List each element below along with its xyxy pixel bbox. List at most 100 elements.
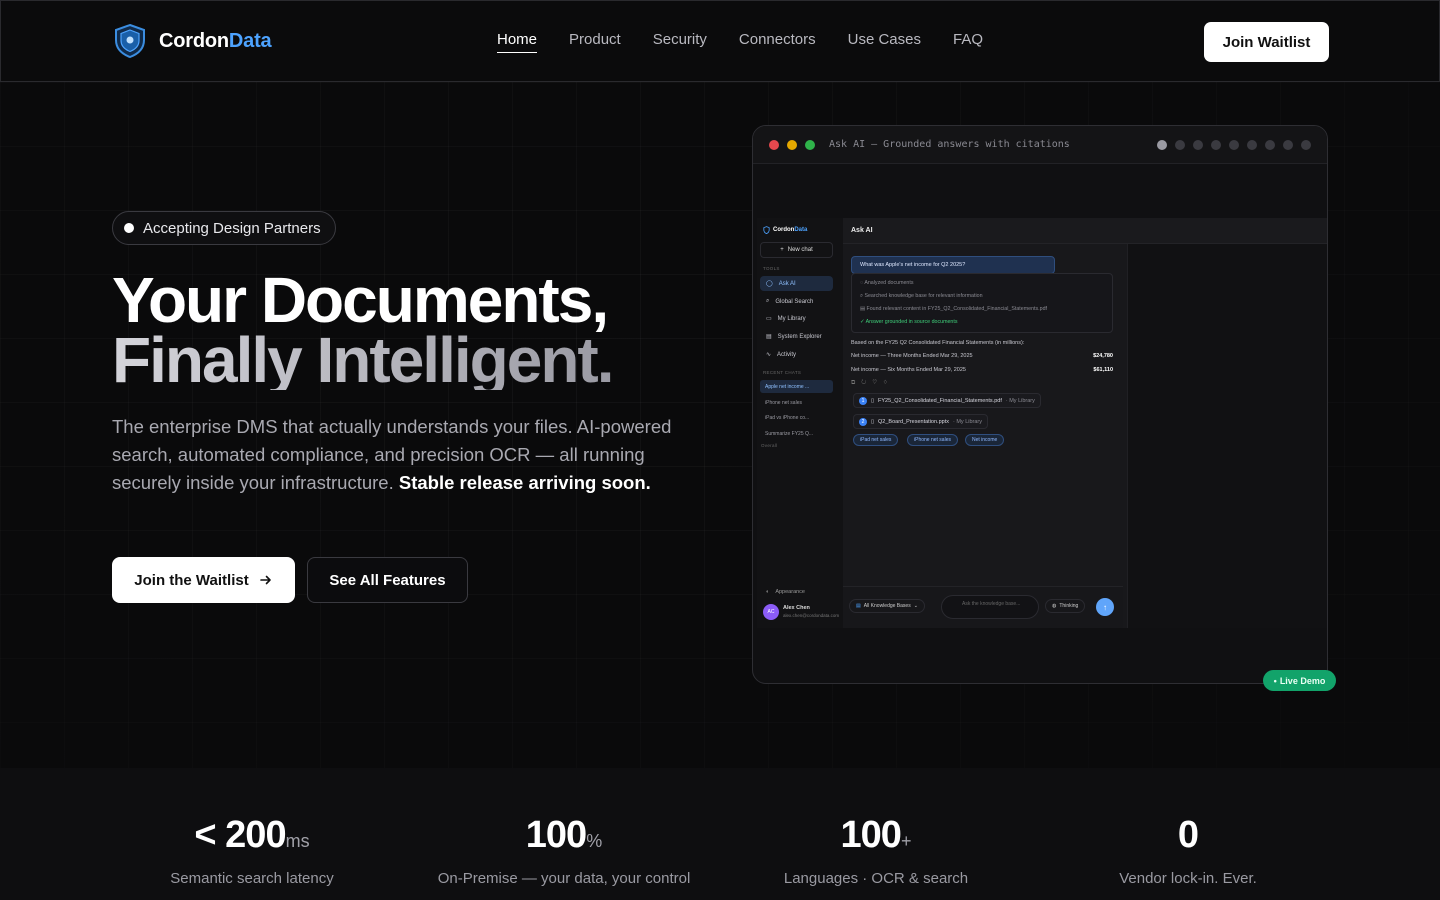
user-question: What was Apple's net income for Q2 2025? <box>851 256 1055 274</box>
reasoning-step: ◌ Analyzed documents <box>860 280 914 286</box>
tools-section-label: TOOLS <box>763 266 780 271</box>
citation-source: · My Library <box>1005 397 1035 404</box>
send-button[interactable]: ↑ <box>1096 598 1114 616</box>
join-waitlist-button[interactable]: Join the Waitlist <box>112 557 295 603</box>
citation-file: FY25_Q2_Consolidated_Financial_Statement… <box>878 397 1002 404</box>
demo-title: Ask AI — Grounded answers with citations <box>829 139 1070 150</box>
knowledge-base-select[interactable]: ▤ All Knowledge Bases ⌄ <box>849 599 925 613</box>
main-nav: Home Product Security Connectors Use Cas… <box>497 31 983 53</box>
minimize-dot-icon <box>787 139 797 150</box>
stat-label: Vendor lock-in. Ever. <box>1119 870 1257 887</box>
close-dot-icon <box>769 139 779 150</box>
nav-faq[interactable]: FAQ <box>953 31 983 53</box>
suggestion-chip[interactable]: Net income <box>965 434 1005 446</box>
hero-title-line2: Finally Intelligent. <box>112 324 614 396</box>
demo-brand: Cordon Data <box>763 226 807 234</box>
stat-languages: 100+ Languages · OCR & search <box>720 812 1032 887</box>
chat-input[interactable]: Ask the knowledge base... <box>941 595 1039 619</box>
sidebar-item-system-explorer[interactable]: ▤ System Explorer <box>760 329 833 344</box>
slide-dot[interactable] <box>1175 140 1185 150</box>
sidebar-item-label: Activity <box>777 351 797 358</box>
slide-dot[interactable] <box>1283 140 1293 150</box>
reasoning-steps: ◌ Analyzed documents ⌕ Searched knowledg… <box>851 273 1113 333</box>
stats-section: < 200ms Semantic search latency 100% On-… <box>0 768 1440 900</box>
slide-dot[interactable] <box>1229 140 1239 150</box>
arrow-up-icon: ↑ <box>1103 602 1107 612</box>
suggestion-chip[interactable]: iPhone net sales <box>907 434 958 446</box>
thinking-label: Thinking <box>1059 603 1079 609</box>
chevron-down-icon: ⌄ <box>913 603 918 609</box>
citation-number: 2 <box>859 417 867 426</box>
avatar[interactable]: AC <box>763 604 779 620</box>
recent-chat-item[interactable]: Summarize FY25 Q... <box>760 427 833 440</box>
reasoning-step: ✓ Answer grounded in source documents <box>860 319 958 325</box>
stat-number: < 200 <box>194 814 286 856</box>
brain-icon: ◍ <box>1052 603 1057 609</box>
demo-brand-part1: Cordon <box>773 227 795 233</box>
new-chat-label: New chat <box>787 247 813 253</box>
live-demo-badge: • Live Demo <box>1263 670 1336 691</box>
answer-row-value: $61,110 <box>1093 367 1113 373</box>
stat-latency: < 200ms Semantic search latency <box>96 812 408 887</box>
demo-main-panel: Ask AI What was Apple's net income for Q… <box>843 218 1327 628</box>
recent-chats-more[interactable]: Overall <box>761 443 777 448</box>
message-actions[interactable]: ⧉↻♡♢ <box>851 380 1113 387</box>
live-demo-label: Live Demo <box>1279 675 1326 686</box>
file-icon: ▯ <box>871 397 875 404</box>
activity-icon: ∿ <box>766 352 772 358</box>
citation-chip[interactable]: 1 ▯ FY25_Q2_Consolidated_Financial_Stateme… <box>853 393 1041 408</box>
appearance-button[interactable]: ◐ Appearance <box>760 584 833 599</box>
citation-chip[interactable]: 2 ▯ Q2_Board_Presentation.pptx · My Library <box>853 414 988 429</box>
brand-logo[interactable]: CordonData <box>113 23 272 59</box>
slide-dot[interactable] <box>1211 140 1221 150</box>
database-icon: ▤ <box>766 334 772 340</box>
sidebar-item-activity[interactable]: ∿ Activity <box>760 347 833 362</box>
recent-chat-item[interactable]: Apple net income ... <box>760 380 833 393</box>
hero-title-line1: Your Documents, <box>112 264 609 336</box>
stat-label: Languages · OCR & search <box>783 870 969 887</box>
slide-dot[interactable] <box>1157 140 1167 150</box>
join-waitlist-header-button[interactable]: Join Waitlist <box>1204 22 1329 62</box>
sidebar-item-label: Ask AI <box>778 280 796 287</box>
nav-product[interactable]: Product <box>569 31 621 53</box>
nav-security[interactable]: Security <box>653 31 707 53</box>
nav-home[interactable]: Home <box>497 31 538 53</box>
slide-dot[interactable] <box>1247 140 1257 150</box>
hero-title: Your Documents, Finally Intelligent. <box>112 264 614 396</box>
badge-label: Accepting Design Partners <box>143 219 321 237</box>
chat-input-bar: ▤ All Knowledge Bases ⌄ Ask the knowledge … <box>843 586 1123 628</box>
demo-sidebar: Cordon Data + New chat TOOLS ◯ Ask AI ⌕ Glob… <box>757 218 839 628</box>
slide-dot[interactable] <box>1193 140 1203 150</box>
suggestion-chip[interactable]: iPad net sales <box>853 434 899 446</box>
stat-value: 100+ <box>720 812 1032 864</box>
slide-dot[interactable] <box>1301 140 1311 150</box>
reasoning-step-text: Analyzed documents <box>864 280 914 286</box>
stat-value: 100% <box>408 812 720 864</box>
sidebar-item-ask-ai[interactable]: ◯ Ask AI <box>760 276 833 291</box>
stat-lock-in: 0 Vendor lock-in. Ever. <box>1032 812 1344 887</box>
slide-dot[interactable] <box>1265 140 1275 150</box>
see-all-features-button[interactable]: See All Features <box>307 557 468 603</box>
thinking-toggle[interactable]: ◍ Thinking <box>1045 599 1086 613</box>
hero-description-highlight: Stable release arriving soon. <box>398 472 651 493</box>
demo-titlebar: Ask AI — Grounded answers with citations <box>753 126 1327 164</box>
stat-on-premise: 100% On-Premise — your data, your contro… <box>408 812 720 887</box>
brand-name-part2: Data <box>228 29 272 52</box>
answer-row-label: Net income — Six Months Ended Mar 29, 20… <box>851 367 966 373</box>
stat-unit: + <box>900 831 912 851</box>
new-chat-button[interactable]: + New chat <box>760 242 833 258</box>
folder-icon: ▭ <box>766 316 772 322</box>
sidebar-item-label: Global Search <box>775 298 814 305</box>
recent-chat-item[interactable]: iPad vs iPhone co... <box>760 411 833 424</box>
stat-number: 0 <box>1177 814 1199 856</box>
recent-chat-item[interactable]: iPhone net sales <box>760 396 833 409</box>
demo-right-panel <box>1127 244 1327 628</box>
sidebar-item-my-library[interactable]: ▭ My Library <box>760 311 833 326</box>
nav-use-cases[interactable]: Use Cases <box>848 31 921 53</box>
knowledge-base-label: All Knowledge Bases <box>863 603 911 609</box>
slide-indicators <box>1157 140 1311 150</box>
nav-connectors[interactable]: Connectors <box>739 31 816 53</box>
appearance-label: Appearance <box>775 588 805 595</box>
answer-row-label: Net income — Three Months Ended Mar 29, … <box>851 353 973 359</box>
sidebar-item-global-search[interactable]: ⌕ Global Search <box>760 294 833 309</box>
